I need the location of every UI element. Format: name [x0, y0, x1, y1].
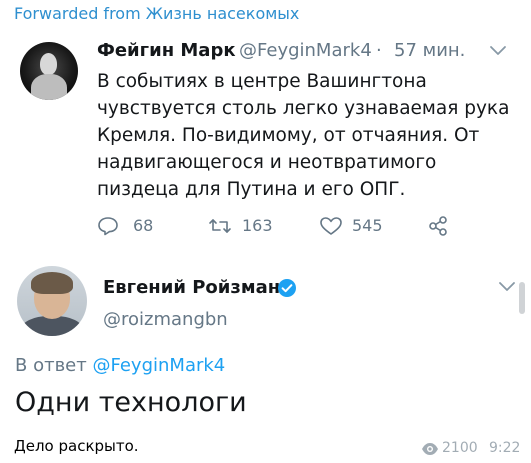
tweet-author-name[interactable]: Евгений Ройзман: [103, 277, 280, 298]
forwarded-from-label[interactable]: Forwarded from Жизнь насекомых: [14, 4, 299, 23]
retweet-count: 163: [242, 216, 273, 235]
like-count: 545: [352, 216, 383, 235]
quoted-tweet-feygin: Фейгин Марк @FeyginMark4 · 57 мин. В соб…: [0, 30, 531, 252]
tweet-body-text: В событиях в центре Вашингтона чувствует…: [97, 71, 510, 200]
tweet-timestamp[interactable]: 57 мин.: [394, 40, 465, 61]
avatar[interactable]: [17, 266, 87, 336]
chevron-down-icon[interactable]: [496, 278, 518, 296]
tweet-author-name[interactable]: Фейгин Марк: [97, 40, 236, 61]
share-icon: [429, 216, 447, 236]
chevron-down-icon[interactable]: [487, 42, 509, 60]
verified-badge-icon: [278, 279, 296, 297]
reply-icon: [98, 217, 118, 236]
reply-context: В ответ @FeyginMark4: [15, 355, 225, 376]
meta-separator: ·: [376, 40, 382, 61]
avatar[interactable]: [20, 42, 78, 100]
reply-mention-link[interactable]: @FeyginMark4: [92, 355, 225, 376]
tweet-body-text: Одни технологи: [15, 387, 247, 418]
avatar-head-shape: [40, 53, 57, 75]
avatar-body-shape: [31, 74, 67, 100]
tweet-roizman: Евгений Ройзман @roizmangbn: [0, 252, 531, 352]
avatar-hair-shape: [31, 272, 73, 294]
view-count: 2100: [442, 440, 478, 456]
avatar-shirt-shape: [21, 316, 83, 336]
scrollbar-thumb[interactable]: [519, 282, 525, 314]
message-caption: Дело раскрыто.: [14, 437, 139, 455]
tweet-author-handle[interactable]: @roizmangbn: [103, 309, 228, 330]
reply-count: 68: [133, 216, 154, 235]
message-timestamp: 9:22: [489, 440, 521, 456]
eye-icon: [422, 443, 438, 455]
retweet-icon: [209, 219, 231, 233]
tweet-author-handle[interactable]: @FeyginMark4: [239, 40, 372, 61]
like-icon: [320, 217, 342, 235]
reply-prefix: В ответ: [15, 355, 87, 376]
